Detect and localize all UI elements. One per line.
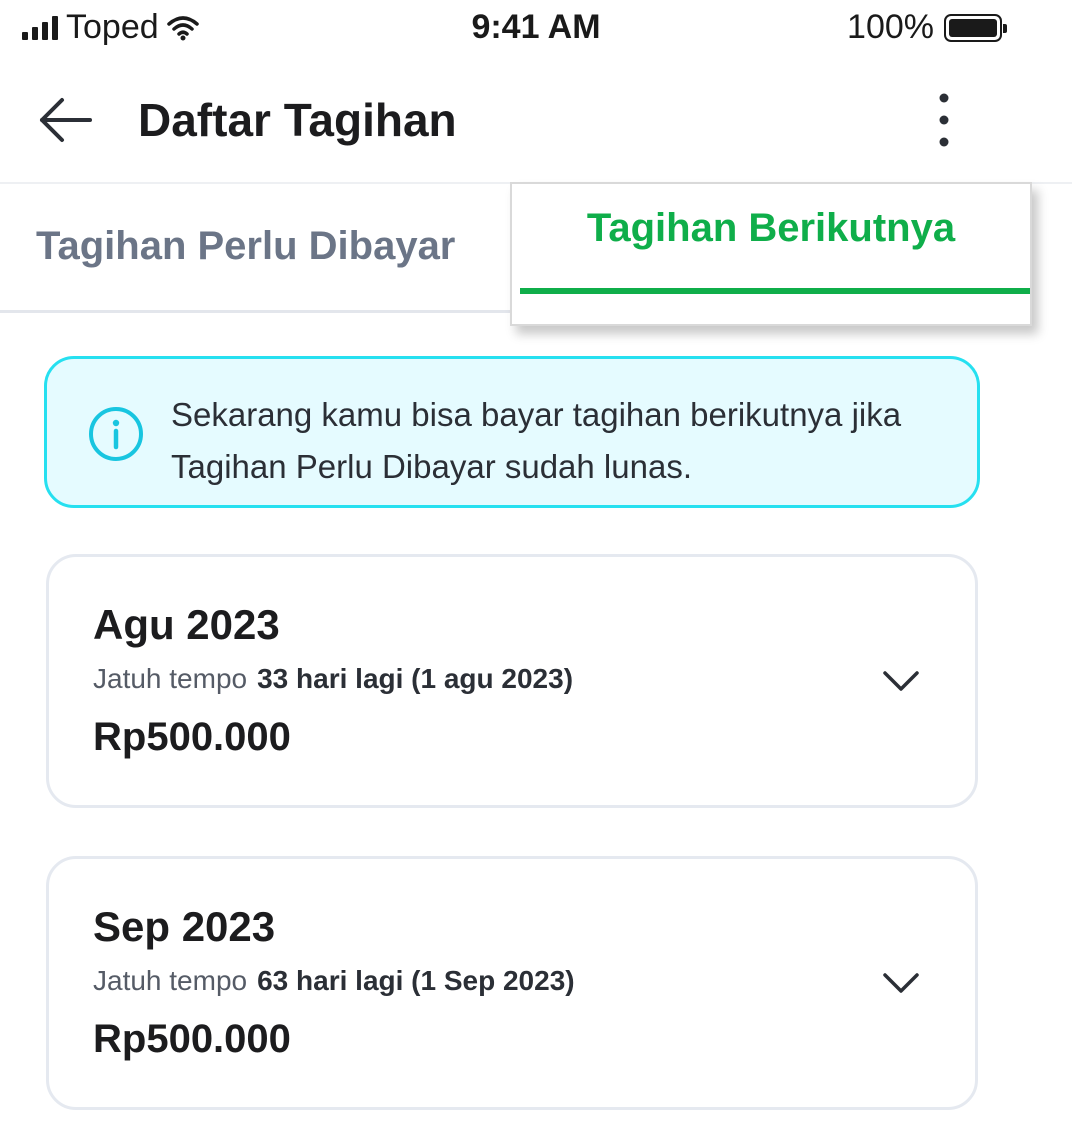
bill-amount: Rp500.000 [93,715,291,759]
bill-due-date: Jatuh tempo 33 hari lagi (1 agu 2023) [93,663,573,695]
active-tab-indicator [520,288,1030,294]
info-banner: Sekarang kamu bisa bayar tagihan berikut… [44,356,980,508]
app-header: Daftar Tagihan [0,70,1072,170]
bill-due-date: Jatuh tempo 63 hari lagi (1 Sep 2023) [93,965,575,997]
battery-percent: 100% [847,8,934,46]
due-label: Jatuh tempo [93,965,248,996]
more-vertical-icon[interactable] [920,90,968,150]
status-right: 100% [847,8,1007,47]
tab-label: Tagihan Berikutnya [586,206,956,250]
tab-tagihan-perlu-dibayar[interactable]: Tagihan Perlu Dibayar [0,182,510,312]
screen: Toped 9:41 AM 100% Daftar Tagihan Tagiha… [0,0,1072,1140]
chevron-down-icon[interactable] [881,967,921,999]
due-label: Jatuh tempo [93,663,248,694]
status-bar: Toped 9:41 AM 100% [0,0,1072,58]
page-title: Daftar Tagihan [138,94,457,146]
bill-card[interactable]: Agu 2023 Jatuh tempo 33 hari lagi (1 agu … [46,554,978,808]
due-value: 63 hari lagi (1 Sep 2023) [257,965,575,996]
bill-card[interactable]: Sep 2023 Jatuh tempo 63 hari lagi (1 Sep … [46,856,978,1110]
bill-month: Agu 2023 [93,601,280,648]
bill-month: Sep 2023 [93,903,276,950]
bill-amount: Rp500.000 [93,1017,291,1061]
tab-tagihan-berikutnya[interactable]: Tagihan Berikutnya [510,182,1032,326]
due-value: 33 hari lagi (1 agu 2023) [257,663,574,694]
battery-icon [944,13,1007,42]
tab-bar: Tagihan Perlu Dibayar Tagihan Berikutnya [0,182,1072,326]
arrow-left-icon[interactable] [34,92,98,148]
tab-label: Tagihan Perlu Dibayar [36,224,456,268]
info-text: Sekarang kamu bisa bayar tagihan berikut… [171,396,902,485]
info-icon [89,407,143,461]
chevron-down-icon[interactable] [881,665,921,697]
